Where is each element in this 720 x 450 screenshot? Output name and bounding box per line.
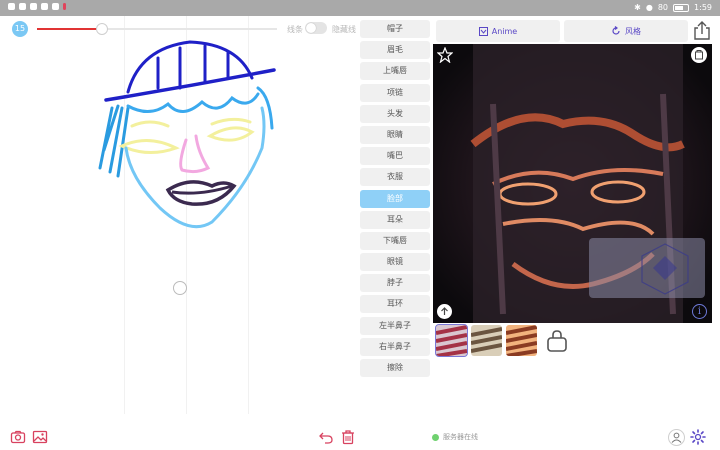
brush-size-badge[interactable]: 15 bbox=[12, 21, 28, 37]
alert-icon bbox=[63, 3, 66, 10]
shop-button[interactable] bbox=[541, 325, 572, 356]
part-button[interactable]: 左半鼻子 bbox=[360, 316, 430, 335]
shopping-bag-icon bbox=[546, 329, 567, 352]
battery-icon bbox=[673, 3, 690, 12]
status-bar: ✱ ● 80 1:59 bbox=[0, 0, 720, 16]
line-label: 线条 bbox=[287, 25, 303, 34]
online-status-dot bbox=[432, 433, 439, 441]
result-artwork bbox=[433, 44, 712, 323]
status-time: 1:59 bbox=[694, 3, 712, 12]
part-button[interactable]: 下嘴唇 bbox=[360, 231, 430, 250]
mic-icon: ● bbox=[645, 3, 653, 12]
style-label: 风格 bbox=[625, 26, 641, 36]
upload-icon bbox=[441, 307, 448, 315]
style-thumbnail[interactable] bbox=[435, 324, 468, 357]
brush-size-slider[interactable] bbox=[37, 23, 277, 35]
undo-icon[interactable] bbox=[318, 429, 334, 445]
anime-button[interactable]: Anime bbox=[436, 20, 560, 42]
upload-button[interactable] bbox=[437, 304, 452, 319]
chat-icon bbox=[52, 3, 59, 10]
share-icon[interactable] bbox=[693, 21, 711, 41]
gallery-icon[interactable] bbox=[32, 429, 48, 445]
part-button[interactable]: 衣服 bbox=[360, 168, 430, 187]
battery-percent: 80 bbox=[657, 3, 669, 12]
notification-icon bbox=[19, 3, 26, 10]
part-selector: 帽子眉毛上嘴唇项链头发眼睛嘴巴衣服脸部耳朵下嘴唇眼镜脖子耳环左半鼻子右半鼻子擦除 bbox=[360, 20, 430, 380]
brush-size-slider-handle[interactable] bbox=[95, 23, 108, 35]
drawing-canvas[interactable]: 15 线条 隐藏线 bbox=[0, 16, 358, 414]
thumbnail-art bbox=[471, 325, 502, 356]
status-icons-left bbox=[8, 3, 66, 10]
server-status: 服务器在线 bbox=[432, 432, 478, 442]
sketch-drawing bbox=[98, 40, 276, 295]
save-image-button[interactable] bbox=[691, 47, 707, 63]
part-button[interactable]: 右半鼻子 bbox=[360, 337, 430, 356]
server-status-label: 服务器在线 bbox=[443, 433, 478, 441]
brush-size-slider-fill bbox=[37, 28, 102, 30]
part-button[interactable]: 耳朵 bbox=[360, 210, 430, 229]
camera-icon[interactable] bbox=[10, 429, 26, 445]
part-button[interactable]: 脖子 bbox=[360, 274, 430, 293]
hide-line-label: 隐藏线 bbox=[332, 25, 356, 34]
save-icon bbox=[695, 50, 703, 60]
anime-label: Anime bbox=[491, 26, 518, 36]
part-button[interactable]: 嘴巴 bbox=[360, 147, 430, 166]
info-icon[interactable]: i bbox=[692, 304, 707, 319]
part-button[interactable]: 项链 bbox=[360, 83, 430, 102]
thumbnail-art bbox=[436, 325, 467, 356]
part-button[interactable]: 眼睛 bbox=[360, 125, 430, 144]
bluetooth-icon: ✱ bbox=[634, 3, 641, 12]
app-icon bbox=[30, 3, 37, 10]
part-button[interactable]: 头发 bbox=[360, 104, 430, 123]
trash-icon[interactable] bbox=[340, 429, 356, 445]
style-thumbnails bbox=[435, 324, 572, 357]
part-button[interactable]: 耳环 bbox=[360, 295, 430, 314]
part-button[interactable]: 上嘴唇 bbox=[360, 62, 430, 81]
part-button[interactable]: 帽子 bbox=[360, 20, 430, 38]
style-button[interactable]: 风格 bbox=[564, 20, 688, 42]
part-button[interactable]: 脸部 bbox=[360, 189, 430, 208]
status-icons-right: ✱ ● 80 1:59 bbox=[634, 3, 712, 12]
style-thumbnail[interactable] bbox=[471, 325, 502, 356]
cloud-icon bbox=[41, 3, 48, 10]
style-thumbnail[interactable] bbox=[506, 325, 537, 356]
part-button[interactable]: 眼镜 bbox=[360, 253, 430, 272]
wifi-icon bbox=[8, 3, 15, 10]
part-button[interactable]: 眉毛 bbox=[360, 41, 430, 60]
thumbnail-art bbox=[506, 325, 537, 356]
part-button[interactable]: 擦除 bbox=[360, 359, 430, 377]
user-icon bbox=[671, 432, 682, 443]
settings-gear-icon[interactable] bbox=[690, 429, 706, 445]
anime-icon bbox=[478, 26, 488, 36]
user-button[interactable] bbox=[668, 429, 685, 446]
hide-line-toggle[interactable] bbox=[305, 22, 327, 34]
generated-result-image bbox=[433, 44, 712, 323]
refresh-icon bbox=[612, 26, 620, 35]
favorite-star-icon[interactable] bbox=[437, 47, 453, 63]
